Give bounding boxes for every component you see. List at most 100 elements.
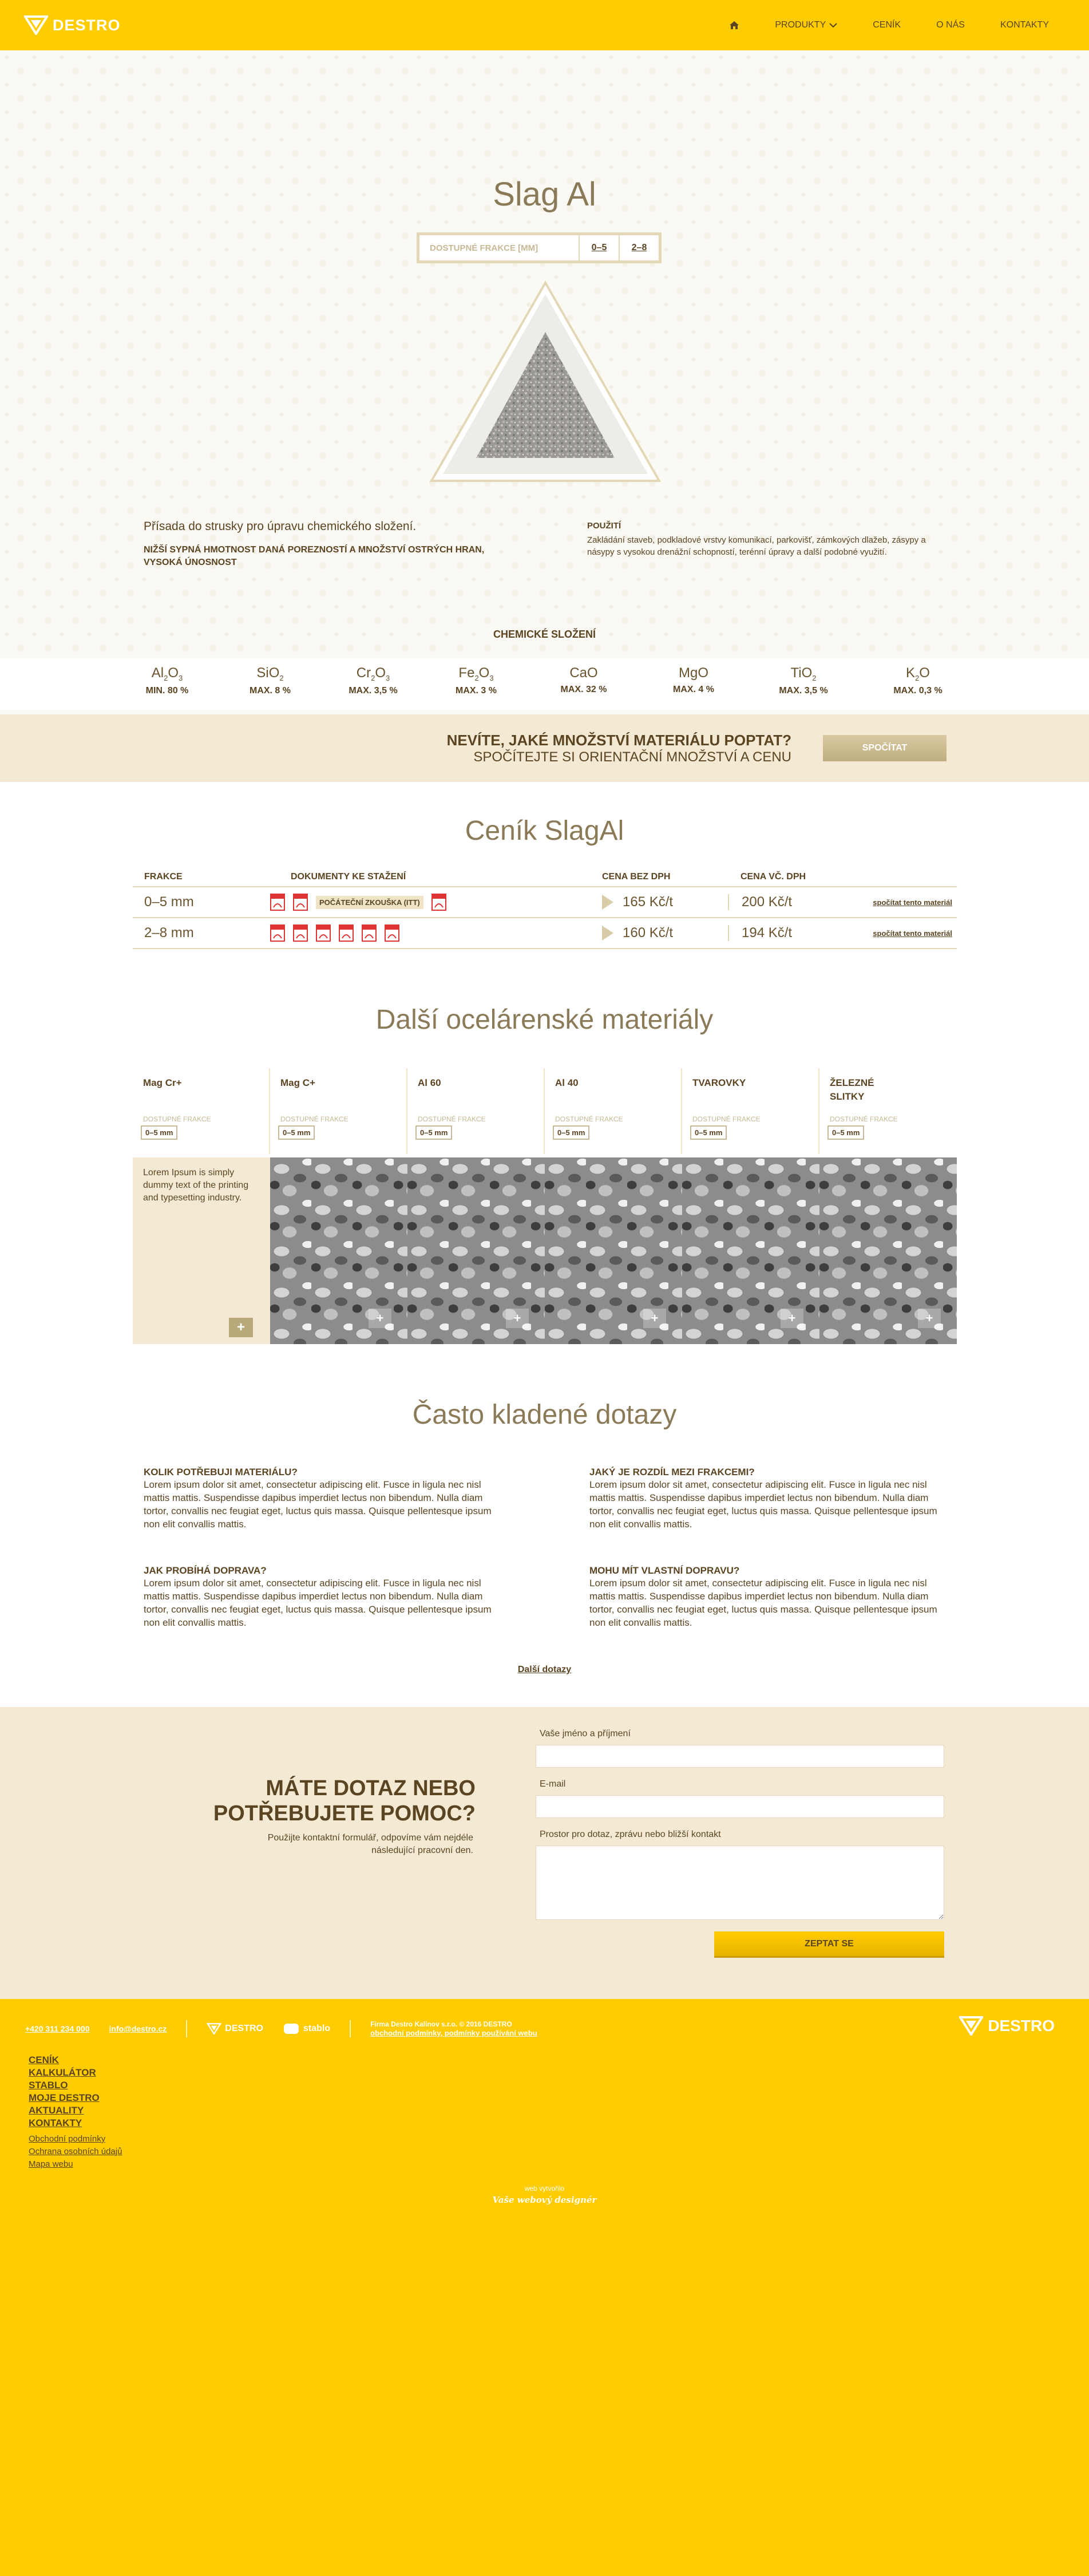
- play-icon: [602, 926, 613, 941]
- footer-link[interactable]: CENÍK: [29, 2054, 122, 2067]
- fraction-chip[interactable]: 0–5 mm: [553, 1125, 590, 1140]
- fraction-button[interactable]: 0–5: [579, 235, 619, 260]
- chem-formula: SiO2: [256, 665, 284, 682]
- footer-link[interactable]: Ochrana osobních údajů: [29, 2146, 122, 2158]
- footer-logo[interactable]: DESTRO: [959, 2016, 1055, 2036]
- material-image[interactable]: +: [545, 1157, 682, 1344]
- main-nav: PRODUKTY CENÍK O NÁS KONTAKTY: [729, 0, 1049, 50]
- divider: [186, 2020, 188, 2037]
- nav-about[interactable]: O NÁS: [936, 20, 965, 30]
- material-image[interactable]: +: [819, 1157, 957, 1344]
- chem-composition: Al2O3 MIN. 80 % SiO2 MAX. 8 % Cr2O3 MAX.…: [0, 658, 1089, 710]
- row-price-excl: 160 Kč/t: [602, 925, 728, 941]
- fraction-chip[interactable]: 0–5 mm: [141, 1125, 178, 1140]
- chem-value: MAX. 32 %: [560, 685, 607, 694]
- fraction-button[interactable]: 2–8: [619, 235, 659, 260]
- footer-link[interactable]: AKTUALITY: [29, 2104, 122, 2117]
- row-fraction: 0–5 mm: [144, 894, 194, 910]
- made-by-signature[interactable]: Vaše webový designér: [0, 2195, 1089, 2205]
- destro-logo[interactable]: DESTRO: [24, 14, 121, 37]
- footer-link[interactable]: Obchodní podmínky: [29, 2133, 122, 2146]
- calculate-material-link[interactable]: spočítat tento materiál: [865, 898, 957, 907]
- material-card[interactable]: Al 40 DOSTUPNÉ FRAKCE 0–5 mm: [545, 1068, 682, 1154]
- pdf-icon[interactable]: [293, 894, 308, 911]
- header-fraction: FRAKCE: [144, 872, 183, 882]
- more-questions-link[interactable]: Další dotazy: [0, 1665, 1089, 1675]
- footer-link[interactable]: KONTAKTY: [29, 2117, 122, 2129]
- table-row: 2–8 mm 160 Kč/t 194 Kč/t spočítat tento …: [133, 918, 957, 949]
- nav-products[interactable]: PRODUKTY: [775, 20, 837, 30]
- contact-subtitle: Použijte kontaktní formulář, odpovíme vá…: [267, 1833, 473, 1855]
- material-name: Mag Cr+: [143, 1077, 182, 1088]
- chem-value: MAX. 4 %: [672, 685, 714, 694]
- footer-phone[interactable]: +420 311 234 000: [25, 2024, 90, 2033]
- plus-icon[interactable]: +: [781, 1309, 803, 1328]
- calculator-cta: NEVÍTE, JAKÉ MNOŽSTVÍ MATERIÁLU POPTAT? …: [0, 714, 1089, 782]
- material-card[interactable]: ŽELEZNÉ SLITKY DOSTUPNÉ FRAKCE 0–5 mm: [819, 1068, 957, 1154]
- footer-brand-destro[interactable]: DESTRO: [207, 2023, 263, 2034]
- calculate-material-link[interactable]: spočítat tento materiál: [865, 929, 957, 938]
- calculate-button[interactable]: SPOČÍTAT: [823, 735, 947, 761]
- material-card[interactable]: TVAROVKY DOSTUPNÉ FRAKCE 0–5 mm: [682, 1068, 819, 1154]
- doc-label[interactable]: POČÁTEČNÍ ZKOUŠKA (ITT): [316, 895, 423, 909]
- fraction-chip[interactable]: 0–5 mm: [827, 1125, 865, 1140]
- table-header: FRAKCE DOKUMENTY KE STAŽENÍ CENA BEZ DPH…: [133, 868, 957, 887]
- faq-item: MOHU MÍT VLASTNÍ DOPRAVU? Lorem ipsum do…: [589, 1565, 944, 1629]
- name-field[interactable]: [536, 1745, 944, 1768]
- submit-button[interactable]: ZEPTAT SE: [714, 1931, 944, 1958]
- fraction-chip[interactable]: 0–5 mm: [278, 1125, 315, 1140]
- plus-icon[interactable]: +: [369, 1309, 391, 1328]
- faq-answer: Lorem ipsum dolor sit amet, consectetur …: [589, 1479, 937, 1530]
- material-card[interactable]: Mag Cr+ DOSTUPNÉ FRAKCE 0–5 mm: [133, 1068, 270, 1154]
- home-icon[interactable]: [729, 21, 739, 30]
- contact-section: MÁTE DOTAZ NEBO POTŘEBUJETE POMOC? Použi…: [0, 1707, 1089, 1999]
- material-name: Al 60: [418, 1077, 441, 1088]
- pdf-icon[interactable]: [270, 894, 285, 911]
- pdf-icon[interactable]: [385, 924, 399, 942]
- plus-icon[interactable]: +: [918, 1309, 941, 1328]
- material-image[interactable]: +: [682, 1157, 819, 1344]
- plus-icon[interactable]: +: [506, 1309, 529, 1328]
- pdf-icon[interactable]: [270, 924, 285, 942]
- material-image[interactable]: +: [407, 1157, 545, 1344]
- material-card[interactable]: Mag C+ DOSTUPNÉ FRAKCE 0–5 mm: [270, 1068, 407, 1154]
- divider: [350, 2020, 351, 2037]
- contact-title: MÁTE DOTAZ NEBO POTŘEBUJETE POMOC?: [213, 1776, 476, 1826]
- plus-icon[interactable]: +: [229, 1318, 253, 1337]
- cta-headline: NEVÍTE, JAKÉ MNOŽSTVÍ MATERIÁLU POPTAT?: [446, 732, 791, 749]
- plus-icon[interactable]: +: [643, 1309, 666, 1328]
- email-field[interactable]: [536, 1795, 944, 1818]
- message-field[interactable]: [536, 1846, 944, 1920]
- material-name: Mag C+: [280, 1077, 315, 1088]
- fraction-chip[interactable]: 0–5 mm: [690, 1125, 727, 1140]
- footer-link[interactable]: Mapa webu: [29, 2158, 122, 2171]
- logo-text: DESTRO: [53, 16, 121, 34]
- destro-logo-icon: [959, 2016, 984, 2036]
- site-header: DESTRO PRODUKTY CENÍK O NÁS KONTAKTY: [0, 0, 1089, 50]
- row-price-incl: 200 Kč/t: [728, 894, 865, 910]
- footer-link[interactable]: MOJE DESTRO: [29, 2092, 122, 2104]
- footer-email[interactable]: info@destro.cz: [109, 2024, 167, 2033]
- price-table: FRAKCE DOKUMENTY KE STAŽENÍ CENA BEZ DPH…: [133, 868, 957, 949]
- chem-item: TiO2 MAX. 3,5 %: [758, 665, 849, 696]
- material-image[interactable]: +: [270, 1157, 407, 1344]
- material-card[interactable]: Al 60 DOSTUPNÉ FRAKCE 0–5 mm: [407, 1068, 545, 1154]
- pdf-icon[interactable]: [431, 894, 446, 911]
- pdf-icon[interactable]: [316, 924, 331, 942]
- nav-pricelist[interactable]: CENÍK: [873, 20, 901, 30]
- materials-intro: Lorem Ipsum is simply dummy text of the …: [133, 1157, 270, 1344]
- nav-contacts[interactable]: KONTAKTY: [1000, 20, 1049, 30]
- footer-brand-stablo[interactable]: stablo: [283, 2022, 330, 2035]
- materials-intro-text: Lorem Ipsum is simply dummy text of the …: [143, 1168, 249, 1203]
- legal-links[interactable]: obchodní podmínky, podmínky používání we…: [370, 2029, 537, 2038]
- footer-link[interactable]: STABLO: [29, 2079, 122, 2092]
- footer-link[interactable]: KALKULÁTOR: [29, 2067, 122, 2079]
- chem-item: MgO MAX. 4 %: [648, 665, 739, 695]
- pdf-icon[interactable]: [362, 924, 377, 942]
- footer-contact-bar: +420 311 234 000 info@destro.cz DESTRO s…: [25, 2020, 537, 2038]
- material-name: ŽELEZNÉ SLITKY: [830, 1077, 874, 1102]
- faq-answer: Lorem ipsum dolor sit amet, consectetur …: [589, 1578, 937, 1628]
- pdf-icon[interactable]: [293, 924, 308, 942]
- fraction-chip[interactable]: 0–5 mm: [415, 1125, 453, 1140]
- pdf-icon[interactable]: [339, 924, 354, 942]
